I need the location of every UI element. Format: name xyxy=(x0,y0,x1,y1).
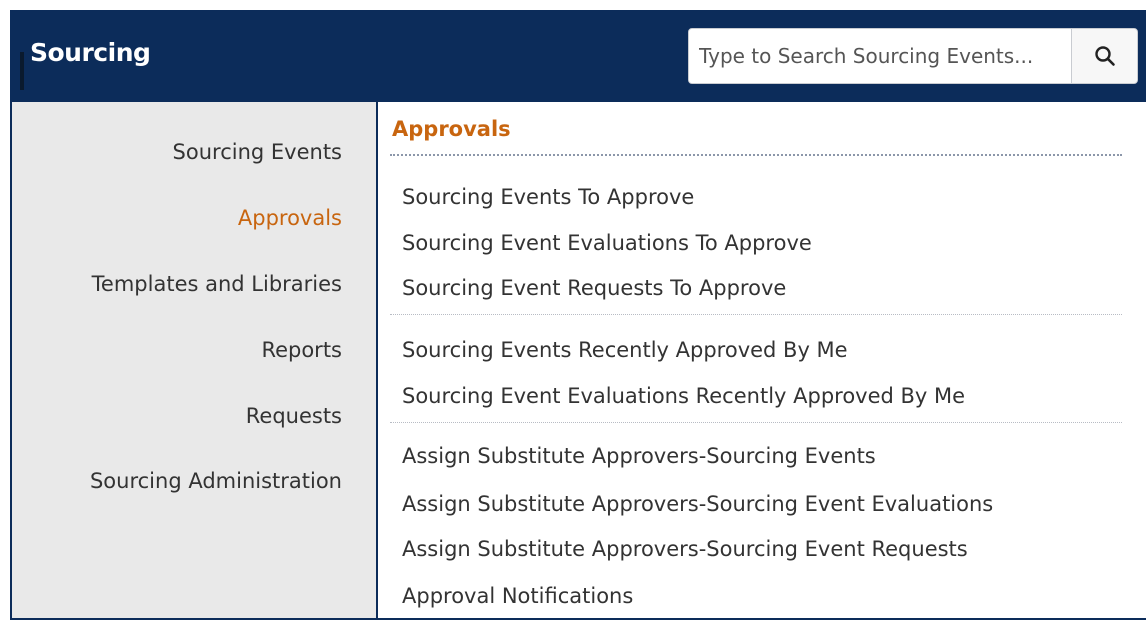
section-title: Approvals xyxy=(392,117,511,141)
group-divider xyxy=(390,314,1122,315)
link-sourcing-event-requests-to-approve[interactable]: Sourcing Event Requests To Approve xyxy=(402,276,786,300)
sidebar-item-approvals[interactable]: Approvals xyxy=(238,206,342,230)
link-assign-substitute-approvers-sourcing-events[interactable]: Assign Substitute Approvers-Sourcing Eve… xyxy=(402,444,876,468)
search-button[interactable] xyxy=(1071,29,1137,83)
sidebar-item-templates-and-libraries[interactable]: Templates and Libraries xyxy=(92,272,342,296)
search-box xyxy=(688,28,1138,84)
link-assign-substitute-approvers-sourcing-event-evaluations[interactable]: Assign Substitute Approvers-Sourcing Eve… xyxy=(402,492,993,516)
sidebar-item-reports[interactable]: Reports xyxy=(261,338,342,362)
link-sourcing-event-evaluations-to-approve[interactable]: Sourcing Event Evaluations To Approve xyxy=(402,231,812,255)
search-icon xyxy=(1094,46,1115,66)
title-divider xyxy=(390,154,1122,156)
search-input[interactable] xyxy=(689,29,1071,83)
sourcing-menu-panel: Sourcing Sourcing Events Approvals Templ… xyxy=(10,10,1146,620)
link-assign-substitute-approvers-sourcing-event-requests[interactable]: Assign Substitute Approvers-Sourcing Eve… xyxy=(402,537,968,561)
page-title: Sourcing xyxy=(30,38,151,67)
sidebar-item-sourcing-administration[interactable]: Sourcing Administration xyxy=(90,469,342,493)
link-sourcing-event-evaluations-recently-approved[interactable]: Sourcing Event Evaluations Recently Appr… xyxy=(402,384,965,408)
sidebar-item-requests[interactable]: Requests xyxy=(246,404,342,428)
link-approval-notifications[interactable]: Approval Notifications xyxy=(402,584,633,608)
sidebar-item-sourcing-events[interactable]: Sourcing Events xyxy=(173,140,342,164)
sidebar: Sourcing Events Approvals Templates and … xyxy=(12,102,378,618)
link-sourcing-events-to-approve[interactable]: Sourcing Events To Approve xyxy=(402,185,694,209)
header-bar: Sourcing xyxy=(12,10,1146,102)
header-edge-marker xyxy=(20,52,24,90)
link-sourcing-events-recently-approved[interactable]: Sourcing Events Recently Approved By Me xyxy=(402,338,848,362)
approvals-menu: Approvals Sourcing Events To Approve Sou… xyxy=(378,102,1146,618)
group-divider xyxy=(390,422,1122,423)
